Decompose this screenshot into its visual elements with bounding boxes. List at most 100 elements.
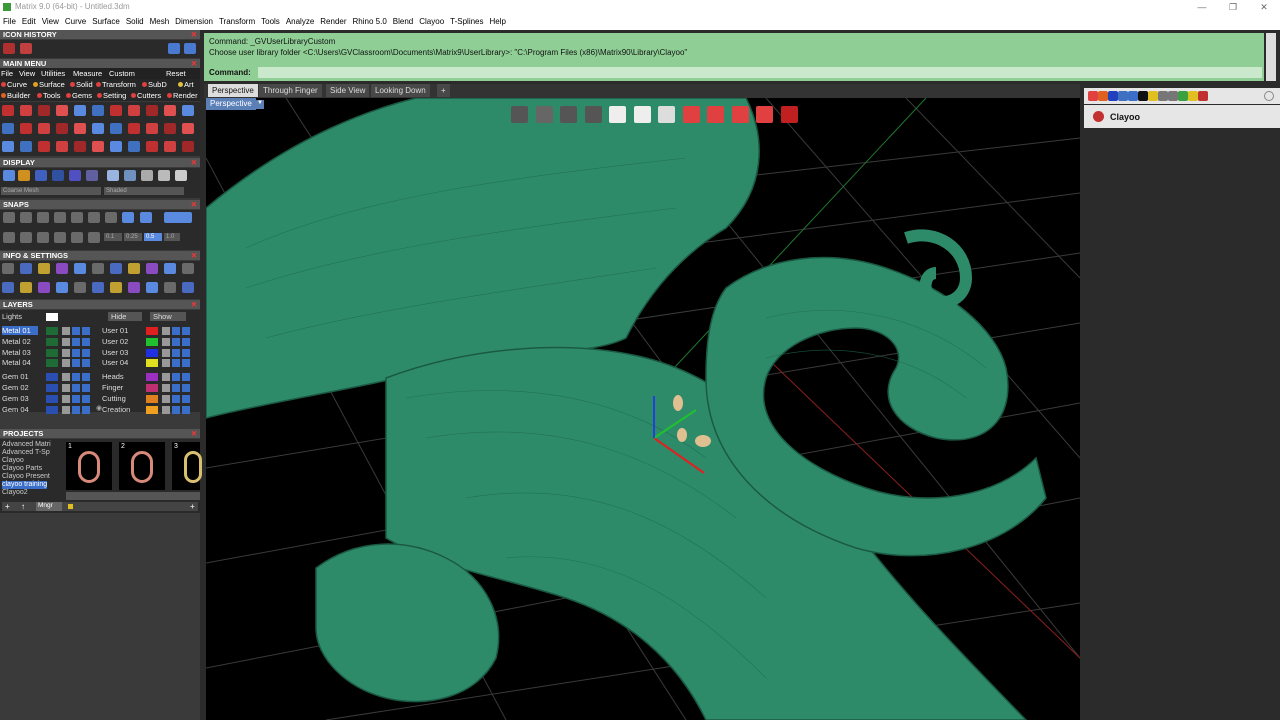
layer-color-swatch[interactable]: [46, 359, 58, 368]
plugin-icon[interactable]: [1148, 91, 1158, 101]
layer-color-swatch[interactable]: [146, 348, 158, 357]
layer-name[interactable]: User 02: [102, 337, 138, 346]
tool-icon[interactable]: [20, 123, 32, 134]
tab-looking-down[interactable]: Looking Down: [371, 84, 430, 97]
forward-arrow-icon[interactable]: [184, 43, 196, 54]
layer-toggle-icon[interactable]: [182, 384, 190, 392]
viewport-tool-icon[interactable]: [780, 106, 798, 123]
category-art[interactable]: Art: [178, 80, 194, 89]
tool-icon[interactable]: [182, 263, 194, 274]
tool-icon[interactable]: [74, 105, 86, 116]
panel-splitter-icon[interactable]: ◉: [96, 404, 102, 412]
category-render[interactable]: Render: [167, 91, 198, 100]
menu-edit[interactable]: Edit: [19, 14, 39, 26]
layer-toggle-icon[interactable]: [82, 337, 90, 346]
menu-view[interactable]: View: [39, 14, 62, 26]
tool-icon[interactable]: [56, 105, 68, 116]
up-icon[interactable]: ↑: [21, 502, 25, 511]
tool-icon[interactable]: [128, 105, 140, 116]
snap-value-0[interactable]: 0.1: [104, 233, 122, 241]
main-menu-reset[interactable]: Reset: [166, 69, 186, 78]
main-menu-view[interactable]: View: [19, 69, 35, 78]
tool-icon[interactable]: [146, 263, 158, 274]
layer-color-swatch[interactable]: [146, 384, 158, 392]
category-transform[interactable]: Transform: [96, 80, 136, 89]
layer-toggle-icon[interactable]: [82, 348, 90, 357]
layer-toggle-icon[interactable]: [62, 348, 70, 357]
plugin-icon[interactable]: [1128, 91, 1138, 101]
tool-icon[interactable]: [146, 282, 158, 293]
tool-icon[interactable]: [128, 263, 140, 274]
tool-icon[interactable]: [56, 263, 68, 274]
tool-icon[interactable]: [164, 105, 176, 116]
tool-icon[interactable]: [110, 141, 122, 152]
layer-toggle-icon[interactable]: [182, 337, 190, 346]
dragon-model[interactable]: [206, 98, 1047, 720]
menu-surface[interactable]: Surface: [89, 14, 123, 26]
viewport-tool-icon[interactable]: [584, 106, 602, 123]
close-icon[interactable]: ✕: [191, 251, 197, 260]
layer-name[interactable]: Heads: [102, 372, 138, 381]
snap-value-2[interactable]: 0.5: [144, 233, 162, 241]
layer-toggle-icon[interactable]: [182, 348, 190, 357]
layer-toggle-icon[interactable]: [72, 394, 80, 403]
viewport[interactable]: [206, 98, 1080, 720]
display-shade-icon[interactable]: [158, 170, 170, 181]
menu-curve[interactable]: Curve: [62, 14, 89, 26]
tool-icon[interactable]: [146, 141, 158, 152]
layer-toggle-icon[interactable]: [182, 373, 190, 382]
layer-color-swatch[interactable]: [46, 348, 58, 357]
display-mode-icon[interactable]: [69, 170, 81, 181]
show-button[interactable]: Show: [150, 312, 186, 321]
main-menu-measure[interactable]: Measure: [73, 69, 102, 78]
category-solid[interactable]: Solid: [70, 80, 93, 89]
mesh-dropdown[interactable]: Coarse Mesh: [1, 187, 101, 195]
layer-toggle-icon[interactable]: [172, 359, 180, 368]
menu-help[interactable]: Help: [487, 14, 509, 26]
project-item[interactable]: Clayoo Parts: [2, 465, 42, 473]
menu-tsplines[interactable]: T-Splines: [447, 14, 486, 26]
tool-icon[interactable]: [92, 123, 104, 134]
layer-toggle-icon[interactable]: [172, 394, 180, 403]
tool-icon[interactable]: [56, 282, 68, 293]
layer-name[interactable]: Gem 04: [2, 405, 38, 414]
layer-toggle-icon[interactable]: [162, 337, 170, 346]
snap-icon[interactable]: [122, 212, 134, 223]
tab-perspective[interactable]: Perspective: [208, 84, 258, 97]
layer-toggle-icon[interactable]: [172, 405, 180, 414]
viewport-tool-icon[interactable]: [682, 106, 700, 123]
tool-icon[interactable]: [182, 282, 194, 293]
layer-name[interactable]: Creation: [102, 405, 138, 414]
add-icon[interactable]: +: [190, 502, 195, 511]
tool-icon[interactable]: [20, 105, 32, 116]
snap-toggle[interactable]: [164, 212, 192, 223]
tool-icon[interactable]: [2, 105, 14, 116]
plugin-icon[interactable]: [1098, 91, 1108, 101]
tool-icon[interactable]: [110, 263, 122, 274]
layer-name[interactable]: Finger: [102, 383, 138, 392]
plugin-icon[interactable]: [1198, 91, 1208, 101]
snap-icon[interactable]: [3, 212, 15, 223]
tool-icon[interactable]: [110, 123, 122, 134]
command-scrollbar[interactable]: [1266, 33, 1276, 81]
layer-name[interactable]: Metal 02: [2, 337, 38, 346]
layer-name[interactable]: Gem 02: [2, 383, 38, 392]
tool-icon[interactable]: [164, 263, 176, 274]
tool-icon[interactable]: [164, 282, 176, 293]
grid-icon[interactable]: [54, 232, 66, 243]
viewport-tool-icon[interactable]: [756, 106, 773, 123]
close-icon[interactable]: ✕: [191, 200, 197, 209]
project-thumbnail[interactable]: 1: [66, 442, 112, 490]
plugin-icon[interactable]: [1188, 91, 1198, 101]
menu-analyze[interactable]: Analyze: [283, 14, 317, 26]
layer-toggle-icon[interactable]: [82, 405, 90, 414]
display-shade-icon[interactable]: [175, 170, 187, 181]
category-tools[interactable]: Tools: [37, 91, 61, 100]
gizmo-handle[interactable]: [677, 428, 687, 442]
tool-icon[interactable]: [182, 141, 194, 152]
layer-name[interactable]: Metal 01: [2, 326, 38, 335]
layer-toggle-icon[interactable]: [72, 359, 80, 368]
gizmo-handle[interactable]: [695, 435, 711, 447]
display-mode-icon[interactable]: [35, 170, 47, 181]
shading-dropdown[interactable]: Shaded: [104, 187, 184, 195]
